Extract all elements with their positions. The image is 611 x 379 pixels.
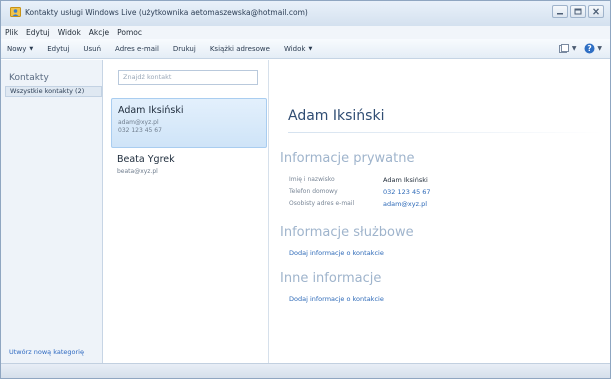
category-all-contacts[interactable]: Wszystkie kontakty (2) [5, 86, 102, 97]
contact-list-item[interactable]: Adam Iksiński adam@xyz.pl 032 123 45 67 [111, 98, 267, 148]
menu-help[interactable]: Pomoc [117, 28, 142, 37]
edit-button[interactable]: Edytuj [47, 45, 69, 53]
view-button[interactable]: Widok ▼ [284, 45, 312, 53]
add-business-info-link[interactable]: Dodaj informacje o kontakcie [289, 249, 384, 257]
field-label-home-phone: Telefon domowy [289, 188, 338, 195]
business-info-heading: Informacje służbowe [280, 225, 414, 240]
maximize-button[interactable] [570, 5, 586, 18]
categories-pane: Kontakty Wszystkie kontakty (2) Utwórz n… [1, 60, 103, 363]
menu-file[interactable]: Plik [5, 28, 18, 37]
contacts-window: Kontakty usługi Windows Live (użytkownik… [0, 0, 611, 379]
add-other-info-link[interactable]: Dodaj informacje o kontakcie [289, 295, 384, 303]
chevron-down-icon: ▼ [29, 45, 34, 52]
detail-contact-name: Adam Iksiński [288, 108, 385, 124]
field-label-personal-email: Osobisty adres e-mail [289, 200, 355, 207]
contacts-app-icon [10, 7, 21, 17]
menu-edit[interactable]: Edytuj [26, 28, 50, 37]
chevron-down-icon: ▼ [569, 45, 577, 52]
title-bar: Kontakty usługi Windows Live (użytkownik… [1, 1, 610, 26]
field-label-full-name: Imię i nazwisko [289, 176, 335, 183]
contact-phone: 032 123 45 67 [118, 127, 162, 134]
status-bar [1, 363, 610, 378]
other-info-heading: Inne informacje [280, 271, 382, 286]
chevron-down-icon: ▼ [308, 45, 313, 52]
view-label: Widok [283, 44, 306, 53]
close-icon [593, 8, 599, 15]
new-button[interactable]: Nowy ▼ [7, 45, 33, 53]
toolbar-right: ▼ ? ▼ [558, 43, 602, 54]
window-controls [552, 5, 604, 18]
field-value-full-name: Adam Iksiński [383, 176, 428, 184]
toolbar: Nowy ▼ Edytuj Usuń Adres e-mail Drukuj Ks… [1, 39, 610, 59]
layout-button[interactable]: ▼ [558, 43, 577, 54]
divider [288, 132, 603, 133]
menu-actions[interactable]: Akcje [89, 28, 109, 37]
menu-bar: Plik Edytuj Widok Akcje Pomoc [1, 26, 610, 39]
delete-button[interactable]: Usuń [83, 45, 101, 53]
contact-email: adam@xyz.pl [118, 119, 159, 126]
maximize-icon [574, 8, 582, 15]
help-button[interactable]: ? ▼ [584, 43, 602, 54]
private-info-heading: Informacje prywatne [280, 151, 415, 166]
new-label: Nowy [7, 44, 27, 53]
close-button[interactable] [588, 5, 604, 18]
new-category-link[interactable]: Utwórz nową kategorię [9, 348, 84, 356]
svg-text:?: ? [588, 44, 592, 53]
email-button[interactable]: Adres e-mail [115, 45, 159, 53]
contact-list-item[interactable]: Beata Ygrek beata@xyz.pl [111, 148, 267, 184]
field-value-personal-email[interactable]: adam@xyz.pl [383, 200, 427, 208]
menu-view[interactable]: Widok [58, 28, 81, 37]
print-button[interactable]: Drukuj [173, 45, 196, 53]
window-title: Kontakty usługi Windows Live (użytkownik… [25, 8, 308, 17]
field-value-home-phone[interactable]: 032 123 45 67 [383, 188, 431, 196]
minimize-button[interactable] [552, 5, 568, 18]
contact-name: Beata Ygrek [117, 154, 175, 165]
categories-title: Kontakty [9, 73, 49, 83]
search-input[interactable]: Znajdź kontakt [118, 70, 258, 85]
contact-detail-pane: Adam Iksiński Informacje prywatne Imię i… [269, 60, 610, 363]
contact-name: Adam Iksiński [118, 105, 184, 116]
address-books-button[interactable]: Książki adresowe [210, 45, 270, 53]
help-icon: ? [584, 43, 595, 54]
chevron-down-icon: ▼ [595, 45, 602, 52]
contact-email: beata@xyz.pl [117, 168, 158, 175]
layout-icon [558, 43, 569, 53]
minimize-icon [557, 12, 563, 14]
contact-list-pane: Znajdź kontakt Adam Iksiński adam@xyz.pl… [103, 60, 269, 363]
